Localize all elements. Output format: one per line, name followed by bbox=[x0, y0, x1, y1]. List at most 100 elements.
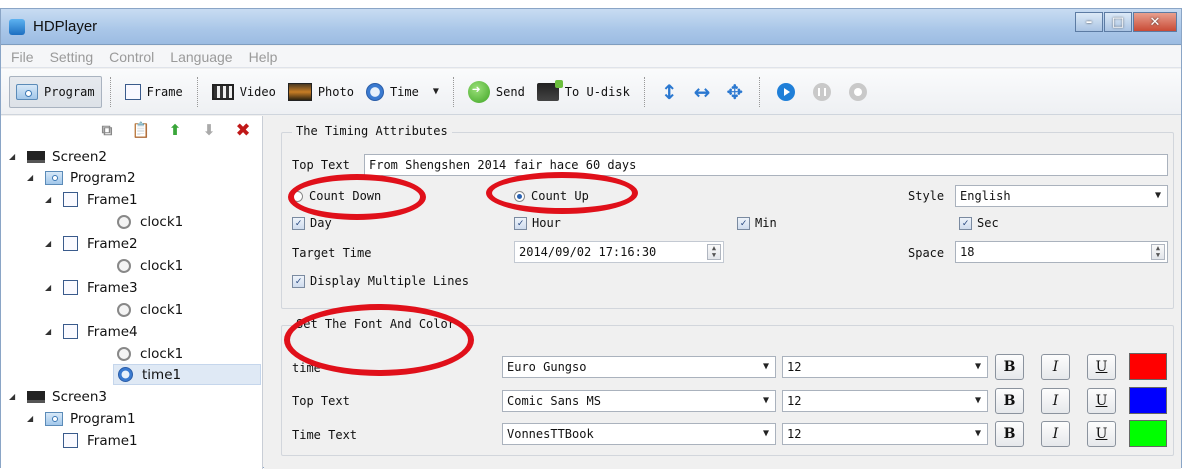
tree-item-time1[interactable]: time1 bbox=[113, 364, 261, 385]
bold-button[interactable]: B bbox=[995, 421, 1024, 447]
send-label: Send bbox=[495, 84, 525, 99]
close-button[interactable]: ✕ bbox=[1133, 12, 1177, 32]
menu-language[interactable]: Language bbox=[170, 49, 232, 65]
underline-button[interactable]: U bbox=[1087, 421, 1116, 447]
expand-icon[interactable]: ◢ bbox=[45, 283, 55, 292]
italic-button[interactable]: I bbox=[1041, 421, 1070, 447]
count-down-radio[interactable]: Count Down bbox=[292, 189, 381, 203]
title-bar: HDPlayer – □ ✕ bbox=[1, 9, 1181, 45]
tree-item-frame1[interactable]: ◢ Frame1 bbox=[45, 189, 138, 210]
clock-icon bbox=[117, 302, 131, 317]
min-checkbox[interactable]: ✓ Min bbox=[737, 216, 777, 230]
color-swatch[interactable] bbox=[1129, 387, 1167, 414]
expand-icon[interactable]: ◢ bbox=[45, 195, 55, 204]
tree-item-frame1[interactable]: Frame1 bbox=[63, 430, 138, 451]
sec-checkbox[interactable]: ✓ Sec bbox=[959, 216, 999, 230]
menu-bar: File Setting Control Language Help bbox=[1, 46, 1181, 68]
menu-help[interactable]: Help bbox=[249, 49, 278, 65]
spinner-icon[interactable]: ▲ ▼ bbox=[1151, 244, 1165, 260]
send-button[interactable]: Send bbox=[462, 76, 531, 108]
chevron-down-icon: ▼ bbox=[762, 395, 769, 406]
program-label: Program bbox=[44, 84, 95, 99]
color-swatch[interactable] bbox=[1129, 353, 1167, 380]
paste-icon[interactable]: 📋 bbox=[132, 121, 151, 139]
pause-icon[interactable] bbox=[813, 82, 832, 101]
expand-icon[interactable]: ◢ bbox=[9, 392, 19, 401]
expand-icon[interactable]: ◢ bbox=[45, 327, 55, 336]
udisk-button[interactable]: To U-disk bbox=[531, 76, 636, 108]
menu-control[interactable]: Control bbox=[109, 49, 154, 65]
font-size-select[interactable]: 12 ▼ bbox=[782, 423, 988, 445]
program-icon bbox=[16, 83, 38, 100]
move-icon[interactable]: ✥ bbox=[726, 80, 743, 104]
expand-icon[interactable]: ◢ bbox=[9, 152, 19, 161]
tree-item-clock1[interactable]: clock1 bbox=[117, 255, 183, 276]
frame-icon bbox=[124, 83, 141, 100]
chevron-down-icon[interactable]: ▼ bbox=[433, 86, 439, 97]
bold-button[interactable]: B bbox=[995, 388, 1024, 414]
underline-button[interactable]: U bbox=[1087, 354, 1116, 380]
font-group-title: Set The Font And Color bbox=[292, 317, 459, 331]
space-input[interactable]: 18 ▲ ▼ bbox=[955, 241, 1168, 263]
move-down-icon[interactable]: ⬇ bbox=[200, 121, 218, 139]
font-family-select[interactable]: Comic Sans MS ▼ bbox=[502, 390, 776, 412]
multiple-lines-checkbox[interactable]: ✓ Display Multiple Lines bbox=[292, 274, 469, 288]
horizontal-resize-icon[interactable]: ↔ bbox=[694, 80, 711, 104]
clock-icon bbox=[365, 82, 384, 101]
count-up-radio[interactable]: Count Up bbox=[514, 189, 589, 203]
video-label: Video bbox=[239, 84, 276, 99]
style-select[interactable]: English ▼ bbox=[955, 185, 1168, 207]
tree-item-clock1[interactable]: clock1 bbox=[117, 299, 183, 320]
tree-item-frame4[interactable]: ◢ Frame4 bbox=[45, 321, 138, 342]
font-row-label: time bbox=[292, 361, 321, 375]
time-button[interactable]: Time ▼ bbox=[360, 76, 445, 108]
delete-icon[interactable]: ✖ bbox=[234, 120, 252, 141]
tree-item-frame2[interactable]: ◢ Frame2 bbox=[45, 233, 138, 254]
clock-icon bbox=[117, 214, 131, 229]
tree-item-program2[interactable]: ◢ Program2 bbox=[27, 167, 136, 188]
italic-button[interactable]: I bbox=[1041, 354, 1070, 380]
underline-button[interactable]: U bbox=[1087, 388, 1116, 414]
font-size-select[interactable]: 12 ▼ bbox=[782, 390, 988, 412]
tree-item-clock1[interactable]: clock1 bbox=[117, 343, 183, 364]
space-label: Space bbox=[908, 246, 945, 260]
top-text-input[interactable]: From Shengshen 2014 fair hace 60 days bbox=[364, 154, 1168, 176]
frame-button[interactable]: Frame bbox=[119, 76, 189, 108]
font-family-select[interactable]: VonnesTTBook ▼ bbox=[502, 423, 776, 445]
chevron-down-icon: ▼ bbox=[762, 361, 769, 372]
hour-checkbox[interactable]: ✓ Hour bbox=[514, 216, 561, 230]
font-size-select[interactable]: 12 ▼ bbox=[782, 356, 988, 378]
spinner-icon[interactable]: ▲ ▼ bbox=[707, 244, 721, 260]
photo-button[interactable]: Photo bbox=[282, 76, 360, 108]
tree-item-screen2[interactable]: ◢ Screen2 bbox=[9, 146, 107, 167]
time-icon bbox=[118, 367, 133, 382]
bold-button[interactable]: B bbox=[995, 354, 1024, 380]
video-icon bbox=[211, 83, 234, 100]
stop-icon[interactable] bbox=[849, 82, 868, 101]
video-button[interactable]: Video bbox=[206, 76, 282, 108]
color-swatch[interactable] bbox=[1129, 420, 1167, 447]
font-family-select[interactable]: Euro Gungso ▼ bbox=[502, 356, 776, 378]
tree-item-clock1[interactable]: clock1 bbox=[117, 211, 183, 232]
chevron-down-icon: ▼ bbox=[974, 361, 981, 372]
menu-file[interactable]: File bbox=[11, 49, 34, 65]
tree-item-screen3[interactable]: ◢ Screen3 bbox=[9, 386, 107, 407]
copy-icon[interactable]: ⧉ bbox=[98, 121, 116, 139]
italic-button[interactable]: I bbox=[1041, 388, 1070, 414]
tree-item-frame3[interactable]: ◢ Frame3 bbox=[45, 277, 138, 298]
expand-icon[interactable]: ◢ bbox=[27, 173, 37, 182]
frame-icon bbox=[63, 433, 78, 448]
expand-icon[interactable]: ◢ bbox=[27, 414, 37, 423]
program-button[interactable]: Program bbox=[9, 75, 102, 108]
target-time-input[interactable]: 2014/09/02 17:16:30 ▲ ▼ bbox=[514, 241, 724, 263]
menu-setting[interactable]: Setting bbox=[50, 49, 94, 65]
move-up-icon[interactable]: ⬆ bbox=[166, 121, 184, 139]
minimize-button[interactable]: – bbox=[1075, 12, 1103, 32]
vertical-resize-icon[interactable]: ↕ bbox=[661, 80, 678, 104]
play-icon[interactable] bbox=[777, 82, 796, 101]
maximize-button[interactable]: □ bbox=[1104, 12, 1132, 32]
expand-icon[interactable]: ◢ bbox=[45, 239, 55, 248]
day-checkbox[interactable]: ✓ Day bbox=[292, 216, 332, 230]
frame-label: Frame bbox=[146, 84, 183, 99]
tree-item-program1[interactable]: ◢ Program1 bbox=[27, 408, 136, 429]
